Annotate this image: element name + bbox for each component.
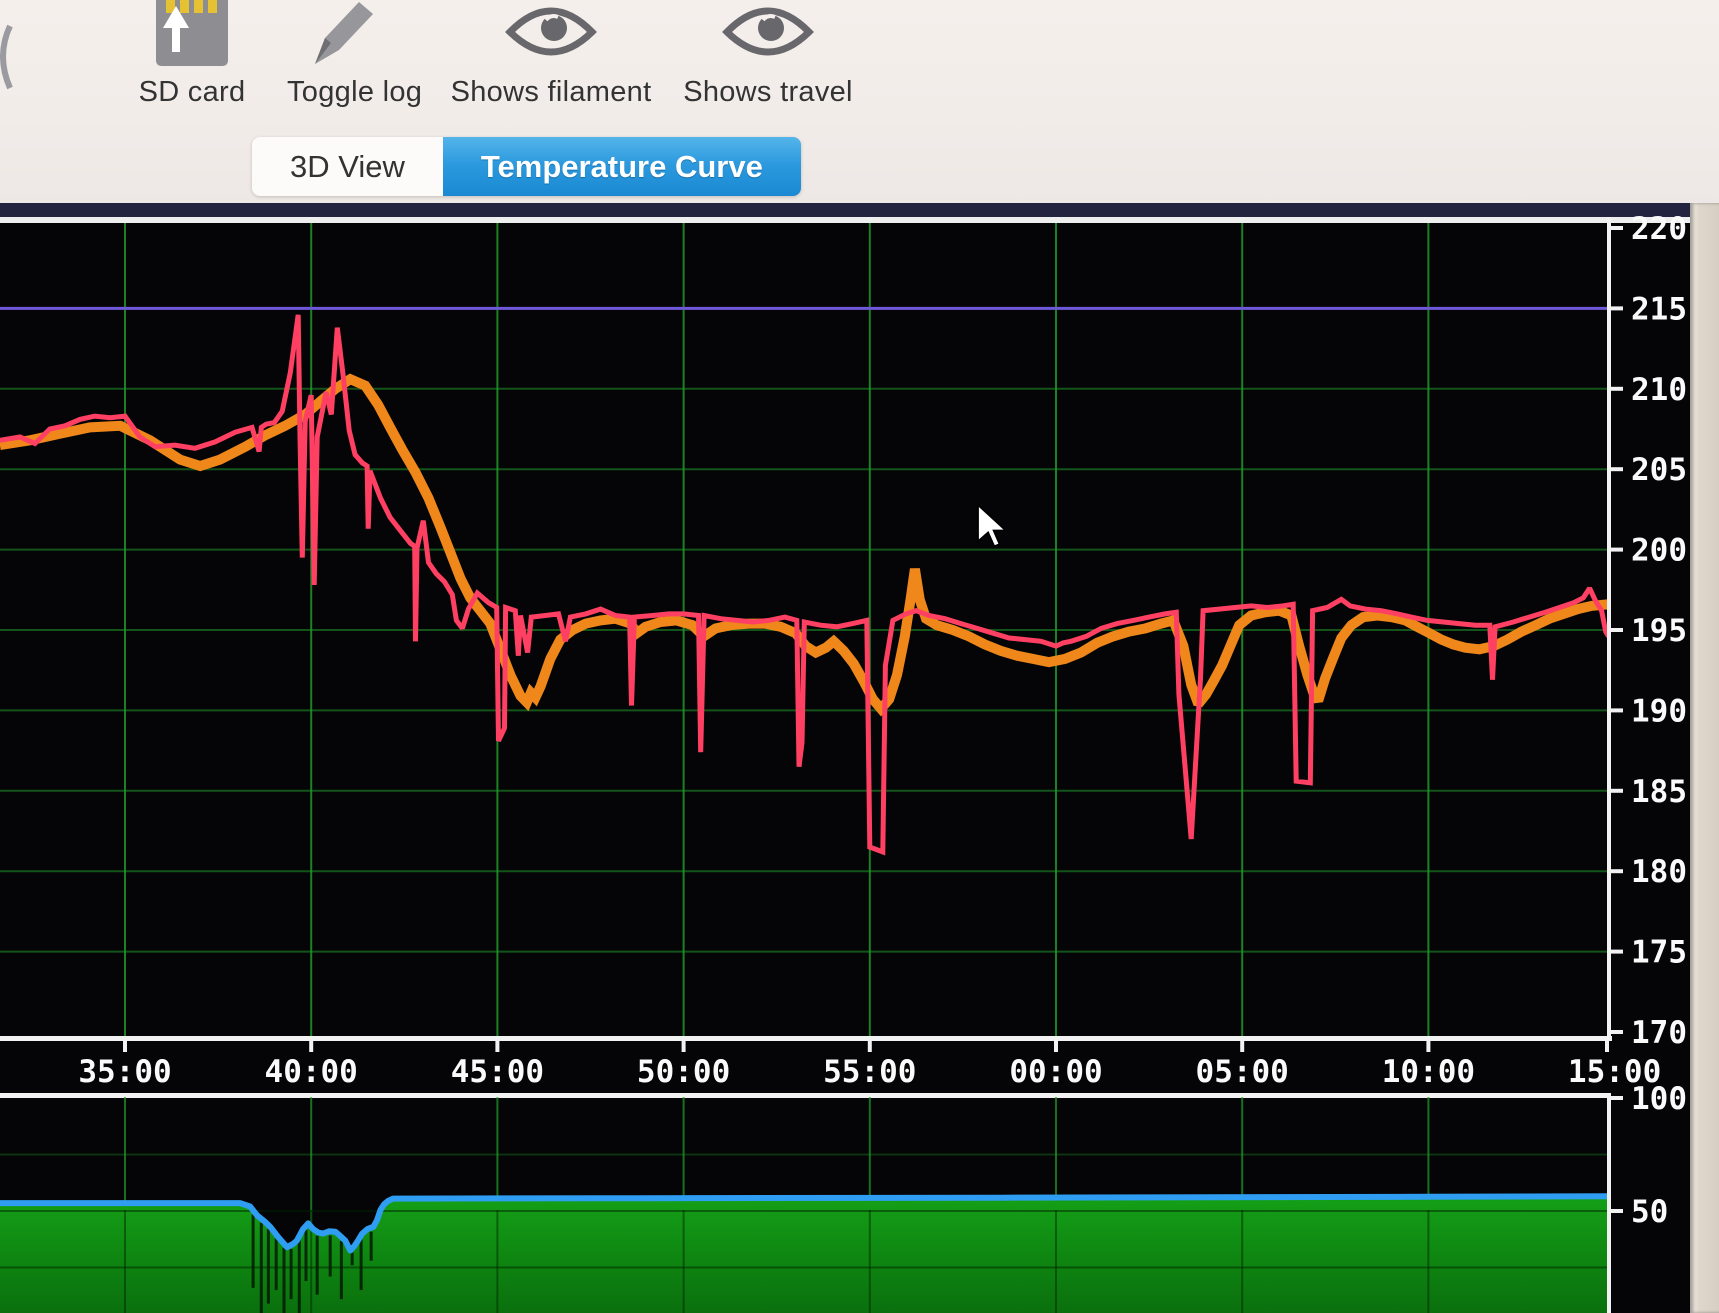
- y-tick-label-215: 215: [1631, 291, 1687, 327]
- y-tick-label-180: 180: [1631, 854, 1687, 890]
- x-tick-label-40:00: 40:00: [265, 1054, 358, 1090]
- eye-icon: [446, 0, 656, 68]
- shows-travel-label: Shows travel: [668, 76, 868, 109]
- y-tick-label-220: 220: [1631, 211, 1687, 247]
- tab-3d-view[interactable]: 3D View: [252, 137, 443, 196]
- bottom-y-axis-line: [1607, 1093, 1611, 1313]
- sd-card-button[interactable]: SD card: [132, 0, 252, 109]
- chart-top-bevel: [0, 203, 1690, 217]
- x-tick-label-45:00: 45:00: [451, 1054, 544, 1090]
- shows-travel-button[interactable]: Shows travel: [668, 0, 868, 109]
- bottom-y-tick-label-100: 100: [1631, 1081, 1687, 1117]
- y-tick-label-210: 210: [1631, 372, 1687, 408]
- bottom-y-tick-label-50: 50: [1631, 1194, 1668, 1230]
- pen-icon: [287, 0, 407, 68]
- toggle-log-label: Toggle log: [287, 76, 407, 109]
- y-tick-label-205: 205: [1631, 452, 1687, 488]
- y-axis-line: [1607, 217, 1611, 1040]
- y-tick-label-200: 200: [1631, 533, 1687, 569]
- tab-temperature-curve[interactable]: Temperature Curve: [443, 137, 801, 196]
- tab-temperature-curve-label: Temperature Curve: [481, 149, 763, 185]
- bottom-plot-top-border: [0, 1093, 1611, 1098]
- y-tick-label-170: 170: [1631, 1015, 1687, 1051]
- shows-filament-button[interactable]: Shows filament: [446, 0, 656, 109]
- output-power-fill: [0, 1196, 1609, 1313]
- tab-3d-view-label: 3D View: [290, 149, 405, 185]
- sd-card-label: SD card: [132, 76, 252, 109]
- x-tick-label-55:00: 55:00: [823, 1054, 916, 1090]
- cropped-toolbar-icon: [0, 22, 14, 97]
- repetier-host-window: 220 215 210 205 200 195 190 185 180 175 170 35:00 40…: [0, 0, 1719, 1313]
- y-tick-label-185: 185: [1631, 774, 1687, 810]
- y-tick-label-195: 195: [1631, 613, 1687, 649]
- y-tick-label-190: 190: [1631, 693, 1687, 729]
- toggle-log-button[interactable]: Toggle log: [287, 0, 407, 109]
- x-tick-label-05:00: 05:00: [1196, 1054, 1289, 1090]
- x-tick-label-50:00: 50:00: [637, 1054, 730, 1090]
- eye-icon: [668, 0, 868, 68]
- x-tick-label-00:00: 00:00: [1009, 1054, 1102, 1090]
- screen-bezel-edge: [1690, 203, 1719, 1313]
- y-tick-label-175: 175: [1631, 935, 1687, 971]
- x-axis-line: [0, 1036, 1612, 1041]
- view-tab-bar: 3D View Temperature Curve: [252, 137, 801, 196]
- sd-card-icon: [132, 0, 252, 68]
- x-tick-label-10:00: 10:00: [1382, 1054, 1475, 1090]
- chart-background: [0, 203, 1719, 1313]
- plot-top-border: [0, 217, 1690, 223]
- shows-filament-label: Shows filament: [446, 76, 656, 109]
- x-tick-label-35:00: 35:00: [78, 1054, 171, 1090]
